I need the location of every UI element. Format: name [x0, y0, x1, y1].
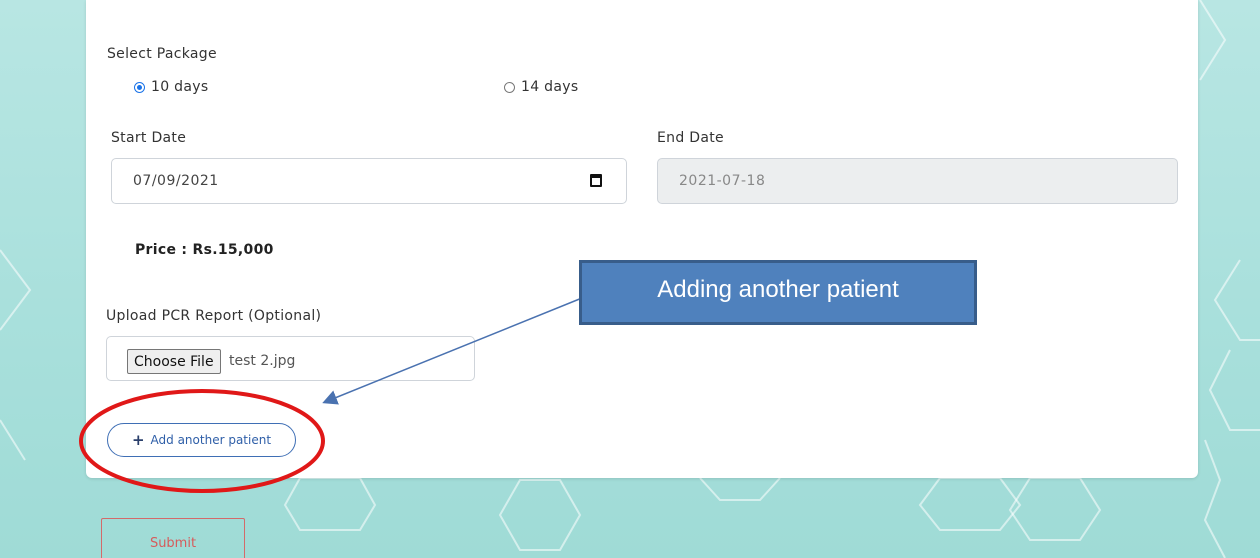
radio-unchecked-icon[interactable]	[504, 81, 515, 93]
price-text: Price : Rs.15,000	[135, 242, 274, 258]
add-another-patient-label: Add another patient	[150, 433, 272, 447]
choose-file-button[interactable]: Choose File	[127, 349, 221, 374]
start-date-label: Start Date	[111, 130, 187, 146]
calendar-icon[interactable]	[590, 174, 602, 187]
add-another-patient-button[interactable]: + Add another patient	[107, 423, 296, 457]
package-option-14-days[interactable]: 14 days	[504, 79, 578, 95]
end-date-label: End Date	[657, 130, 724, 146]
select-package-label: Select Package	[107, 46, 217, 62]
package-option-label: 10 days	[151, 79, 209, 95]
radio-checked-icon[interactable]	[134, 81, 145, 93]
start-date-input[interactable]: 07/09/2021	[111, 158, 627, 204]
annotation-callout: Adding another patient	[579, 260, 977, 325]
pcr-file-input[interactable]: Choose File test 2.jpg	[106, 336, 475, 381]
upload-pcr-label: Upload PCR Report (Optional)	[106, 308, 322, 324]
end-date-value: 2021-07-18	[679, 173, 766, 189]
package-option-10-days[interactable]: 10 days	[134, 79, 208, 95]
package-option-label: 14 days	[521, 79, 579, 95]
form-card	[86, 0, 1198, 478]
end-date-input: 2021-07-18	[657, 158, 1178, 204]
start-date-value: 07/09/2021	[133, 173, 219, 189]
plus-icon: +	[131, 431, 145, 449]
submit-button[interactable]: Submit	[101, 518, 245, 558]
selected-file-name: test 2.jpg	[229, 353, 296, 369]
